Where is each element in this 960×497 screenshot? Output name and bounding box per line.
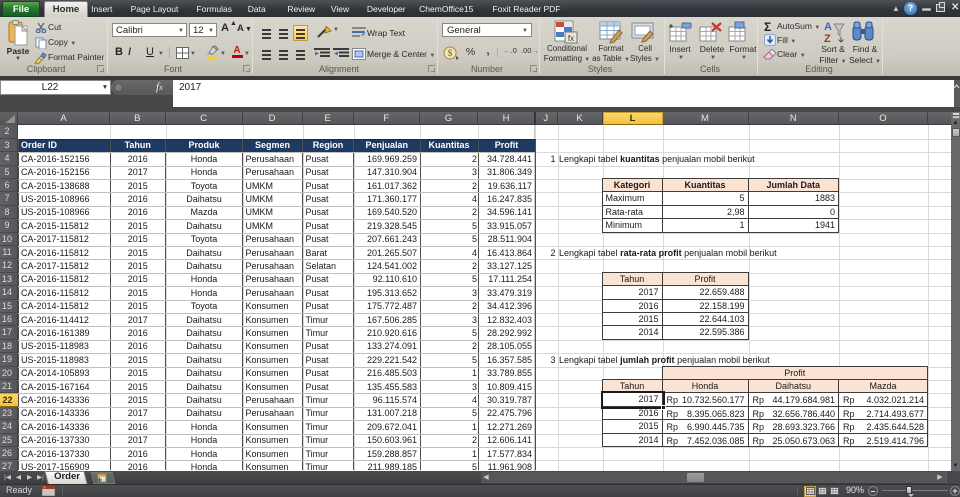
svg-text:A: A xyxy=(824,21,832,33)
svg-text:fx: fx xyxy=(568,34,574,43)
svg-text:Z: Z xyxy=(824,33,831,44)
svg-text:$: $ xyxy=(448,48,453,58)
